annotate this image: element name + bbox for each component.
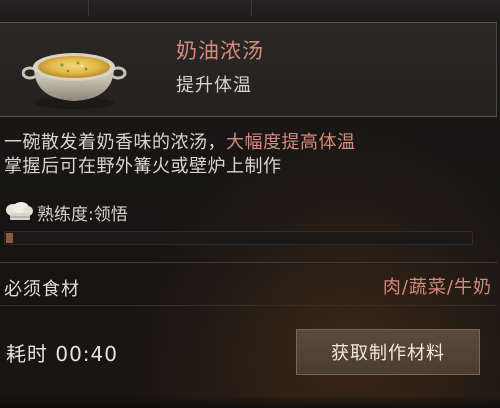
get-materials-button-label: 获取制作材料: [331, 343, 445, 364]
description-highlight: 大幅度提高体温: [226, 132, 356, 153]
craft-time-label: 耗时 00:40: [6, 342, 118, 366]
proficiency-value: 领悟: [93, 204, 128, 225]
crafting-detail-panel: 奶油浓汤 提升体温 一碗散发着奶香味的浓汤，大幅度提高体温 掌握后可在野外篝火或…: [0, 0, 500, 408]
ingredients-label: 必须食材: [4, 279, 80, 300]
chef-hat-icon: [6, 202, 33, 220]
section-divider: [0, 305, 497, 306]
description-line-1: 一碗散发着奶香味的浓汤，大幅度提高体温: [4, 131, 496, 155]
recipe-description: 一碗散发着奶香味的浓汤，大幅度提高体温 掌握后可在野外篝火或壁炉上制作: [4, 131, 496, 179]
get-materials-button[interactable]: 获取制作材料: [296, 329, 480, 375]
proficiency-progress-fill: [6, 233, 13, 243]
recipe-subtitle: 提升体温: [176, 75, 252, 96]
top-tab-segment: [0, 0, 89, 16]
description-line-2: 掌握后可在野外篝火或壁炉上制作: [4, 156, 282, 177]
proficiency-row: 熟练度: 领悟: [4, 200, 128, 225]
proficiency-progress-bar: [4, 231, 473, 245]
recipe-name: 奶油浓汤: [176, 39, 264, 63]
proficiency-label: 熟练度:: [37, 204, 94, 225]
top-tab-divider: [250, 0, 252, 16]
top-tab-strip: [0, 0, 500, 22]
section-divider: [0, 262, 497, 263]
ingredients-values: 肉/蔬菜/牛奶: [382, 277, 492, 298]
bottom-shadow: [0, 396, 500, 408]
cream-soup-bowl-icon: [22, 53, 127, 109]
description-text: 一碗散发着奶香味的浓汤，: [4, 132, 226, 153]
recipe-card[interactable]: 奶油浓汤 提升体温: [0, 22, 497, 117]
